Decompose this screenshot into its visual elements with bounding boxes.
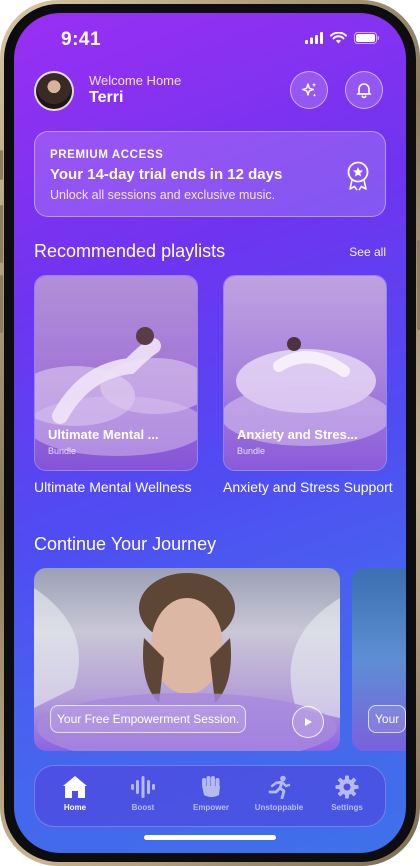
journey-label: Your bbox=[368, 705, 406, 733]
playlist-title[interactable]: Ultimate Mental Wellness bbox=[34, 479, 204, 496]
tab-label: Empower bbox=[192, 803, 229, 812]
tab-home[interactable]: Home bbox=[40, 774, 110, 812]
sparkle-button[interactable] bbox=[290, 71, 328, 109]
playlists-title: Recommended playlists bbox=[34, 241, 226, 261]
journey-title: Continue Your Journey bbox=[34, 534, 217, 554]
playlist-card-type: Bundle bbox=[237, 446, 266, 456]
volume-down-button bbox=[0, 275, 3, 333]
tab-label: Boost bbox=[131, 803, 155, 812]
playlist-card[interactable]: Anxiety and Stres... Bundle bbox=[223, 275, 387, 471]
sparkle-icon bbox=[301, 82, 317, 97]
home-indicator[interactable] bbox=[144, 835, 276, 840]
mute-switch bbox=[0, 150, 3, 180]
see-all-link[interactable]: See all bbox=[349, 245, 386, 259]
playlist-card-overlay: Anxiety and Stres... bbox=[237, 427, 358, 442]
fist-icon bbox=[202, 776, 220, 797]
volume-up-button bbox=[0, 205, 3, 263]
tab-bar: Home Boost Empower Unstoppable Settings bbox=[34, 765, 386, 827]
award-ribbon-icon bbox=[347, 161, 369, 191]
playlist-title[interactable]: Anxiety and Stress Support bbox=[223, 479, 393, 496]
tab-label: Unstoppable bbox=[254, 803, 304, 812]
notifications-button[interactable] bbox=[345, 71, 383, 109]
cellular-signal-icon bbox=[305, 32, 323, 44]
playlist-card[interactable]: Ultimate Mental ... Bundle bbox=[34, 275, 198, 471]
header: Welcome Home Terri bbox=[34, 71, 386, 115]
wifi-icon bbox=[330, 32, 347, 44]
gear-icon bbox=[335, 775, 359, 799]
welcome-text: Welcome Home bbox=[89, 73, 182, 88]
battery-icon bbox=[354, 32, 380, 44]
play-icon bbox=[305, 718, 312, 726]
journey-card[interactable]: Your Free Empowerment Session. bbox=[34, 568, 340, 751]
journey-label: Your Free Empowerment Session. bbox=[50, 705, 247, 733]
screen: 9:41 Welcome Home Terri PREMIUM ACCESS Y… bbox=[14, 13, 406, 853]
status-time: 9:41 bbox=[61, 29, 102, 50]
tab-boost[interactable]: Boost bbox=[108, 774, 178, 812]
tab-unstoppable[interactable]: Unstoppable bbox=[244, 774, 314, 812]
phone-frame: 9:41 Welcome Home Terri PREMIUM ACCESS Y… bbox=[0, 0, 420, 866]
premium-label: PREMIUM ACCESS bbox=[50, 149, 164, 161]
home-icon bbox=[63, 776, 87, 798]
bell-icon bbox=[356, 83, 372, 99]
play-button[interactable] bbox=[292, 706, 324, 738]
runner-icon bbox=[268, 775, 291, 799]
sound-wave-icon bbox=[131, 776, 155, 798]
tab-settings[interactable]: Settings bbox=[312, 774, 382, 812]
status-icons bbox=[305, 32, 380, 44]
journey-card[interactable]: Your bbox=[352, 568, 406, 751]
tab-label: Settings bbox=[331, 803, 363, 812]
premium-headline: Your 14-day trial ends in 12 days bbox=[50, 166, 283, 183]
premium-subtext: Unlock all sessions and exclusive music. bbox=[50, 188, 276, 202]
tab-empower[interactable]: Empower bbox=[176, 774, 246, 812]
playlist-card-type: Bundle bbox=[48, 446, 77, 456]
playlist-card-overlay: Ultimate Mental ... bbox=[48, 427, 159, 442]
premium-banner[interactable]: PREMIUM ACCESS Your 14-day trial ends in… bbox=[34, 131, 386, 217]
avatar[interactable] bbox=[34, 71, 74, 111]
status-bar: 9:41 bbox=[14, 21, 406, 51]
user-name: Terri bbox=[89, 89, 124, 106]
tab-label: Home bbox=[63, 803, 87, 812]
